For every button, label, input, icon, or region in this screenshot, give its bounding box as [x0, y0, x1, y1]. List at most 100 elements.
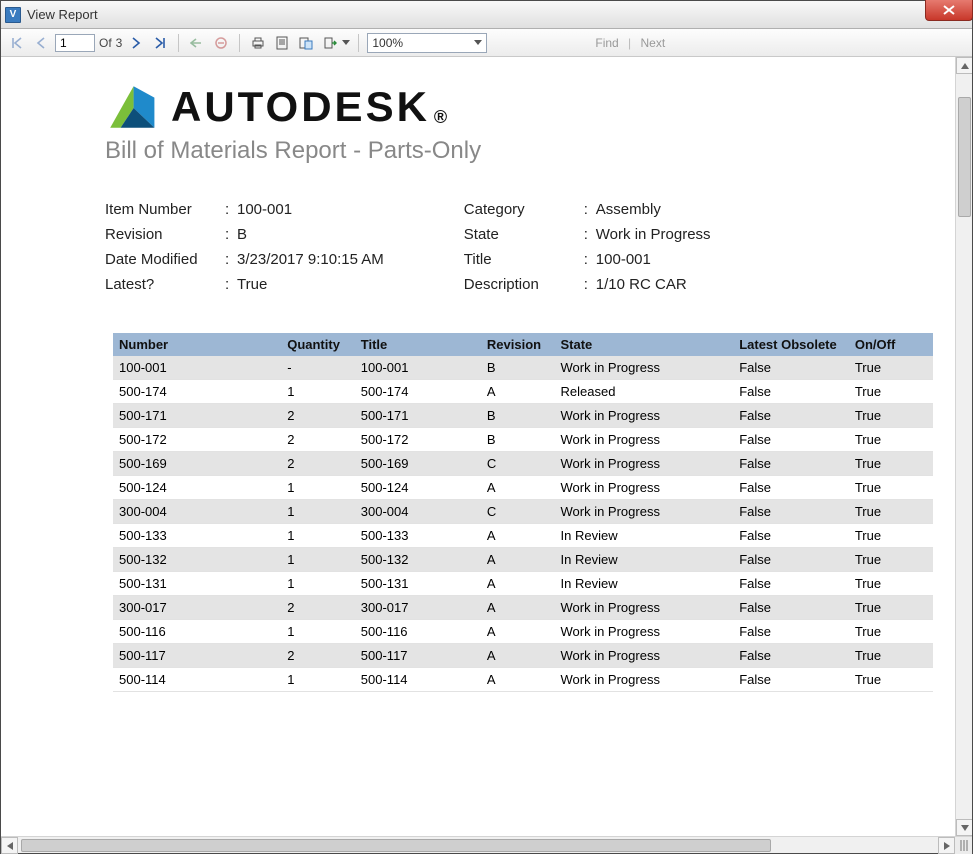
column-header[interactable]: Title	[355, 333, 481, 356]
table-cell: 500-117	[355, 644, 481, 668]
table-cell: 1	[281, 476, 355, 500]
find-next-group: Find | Next	[595, 36, 665, 50]
close-icon	[943, 5, 955, 15]
vertical-scrollbar[interactable]	[955, 57, 972, 836]
table-row[interactable]: 500-1141500-114AWork in ProgressFalseTru…	[113, 668, 933, 692]
table-row[interactable]: 500-1331500-133AIn ReviewFalseTrue	[113, 524, 933, 548]
vertical-scroll-thumb[interactable]	[958, 97, 971, 217]
table-row[interactable]: 500-1172500-117AWork in ProgressFalseTru…	[113, 644, 933, 668]
table-row[interactable]: 500-1722500-172BWork in ProgressFalseTru…	[113, 428, 933, 452]
zoom-select[interactable]: 100%	[367, 33, 487, 53]
report-area[interactable]: AUTODESK® Bill of Materials Report - Par…	[1, 57, 955, 836]
first-page-button[interactable]	[7, 33, 27, 53]
brand-text: AUTODESK	[171, 83, 430, 131]
table-row[interactable]: 100-001-100-001BWork in ProgressFalseTru…	[113, 356, 933, 380]
table-cell: Work in Progress	[555, 500, 734, 524]
table-cell: True	[849, 476, 933, 500]
table-cell: True	[849, 404, 933, 428]
table-cell: 500-169	[113, 452, 281, 476]
table-row[interactable]: 500-1311500-131AIn ReviewFalseTrue	[113, 572, 933, 596]
table-cell: False	[733, 452, 849, 476]
table-row[interactable]: 500-1321500-132AIn ReviewFalseTrue	[113, 548, 933, 572]
table-row[interactable]: 500-1692500-169CWork in ProgressFalseTru…	[113, 452, 933, 476]
table-cell: 1	[281, 572, 355, 596]
print-button[interactable]	[248, 33, 268, 53]
zoom-value: 100%	[372, 36, 403, 50]
stop-icon	[215, 37, 227, 49]
table-cell: 1	[281, 548, 355, 572]
horizontal-scrollbar[interactable]	[1, 836, 972, 853]
resize-grip[interactable]	[955, 837, 972, 854]
total-pages: 3	[116, 36, 123, 50]
table-row[interactable]: 500-1741500-174AReleasedFalseTrue	[113, 380, 933, 404]
column-header[interactable]: Revision	[481, 333, 555, 356]
meta-value: 1/10 RC CAR	[596, 276, 711, 293]
export-dropdown-caret-icon[interactable]	[342, 40, 350, 45]
table-cell: B	[481, 404, 555, 428]
table-cell: B	[481, 428, 555, 452]
table-cell: True	[849, 500, 933, 524]
table-cell: False	[733, 548, 849, 572]
column-header[interactable]: Latest Obsolete	[733, 333, 849, 356]
table-row[interactable]: 300-0041300-004CWork in ProgressFalseTru…	[113, 500, 933, 524]
horizontal-scroll-thumb[interactable]	[21, 839, 771, 852]
scroll-up-button[interactable]	[956, 57, 972, 74]
scroll-down-button[interactable]	[956, 819, 972, 836]
table-cell: 500-124	[355, 476, 481, 500]
table-cell: 500-172	[355, 428, 481, 452]
next-page-icon	[131, 37, 141, 49]
column-header[interactable]: Quantity	[281, 333, 355, 356]
prev-page-button[interactable]	[31, 33, 51, 53]
meta-label: Category	[464, 201, 584, 218]
table-cell: 500-174	[113, 380, 281, 404]
separator	[358, 34, 359, 52]
meta-label: Title	[464, 251, 584, 268]
column-header[interactable]: On/Off	[849, 333, 933, 356]
table-cell: 500-169	[355, 452, 481, 476]
table-cell: 500-133	[113, 524, 281, 548]
back-button[interactable]	[187, 33, 207, 53]
scroll-right-button[interactable]	[938, 837, 955, 854]
table-cell: Work in Progress	[555, 476, 734, 500]
table-row[interactable]: 300-0172300-017AWork in ProgressFalseTru…	[113, 596, 933, 620]
last-page-button[interactable]	[150, 33, 170, 53]
table-cell: True	[849, 572, 933, 596]
table-cell: 500-117	[113, 644, 281, 668]
table-row[interactable]: 500-1161500-116AWork in ProgressFalseTru…	[113, 620, 933, 644]
print-layout-button[interactable]	[272, 33, 292, 53]
table-cell: 1	[281, 524, 355, 548]
table-row[interactable]: 500-1241500-124AWork in ProgressFalseTru…	[113, 476, 933, 500]
table-cell: 1	[281, 668, 355, 692]
next-link[interactable]: Next	[641, 36, 666, 50]
table-cell: A	[481, 644, 555, 668]
close-button[interactable]	[925, 0, 973, 21]
meta-value: True	[237, 276, 384, 293]
brand-wordmark: AUTODESK®	[171, 83, 450, 131]
last-page-icon	[154, 37, 166, 49]
table-cell: 300-004	[113, 500, 281, 524]
table-cell: 1	[281, 380, 355, 404]
page-setup-button[interactable]	[296, 33, 316, 53]
table-cell: 500-174	[355, 380, 481, 404]
table-row[interactable]: 500-1712500-171BWork in ProgressFalseTru…	[113, 404, 933, 428]
table-cell: True	[849, 668, 933, 692]
find-link[interactable]: Find	[595, 36, 618, 50]
meta-label: State	[464, 226, 584, 243]
meta-value: B	[237, 226, 384, 243]
table-cell: 500-116	[113, 620, 281, 644]
column-header[interactable]: Number	[113, 333, 281, 356]
scroll-left-button[interactable]	[1, 837, 18, 854]
table-cell: 500-171	[113, 404, 281, 428]
table-cell: 1	[281, 620, 355, 644]
table-cell: A	[481, 596, 555, 620]
current-page-input[interactable]	[55, 34, 95, 52]
autodesk-logo-icon	[105, 81, 157, 133]
table-cell: False	[733, 428, 849, 452]
chevron-down-icon	[474, 40, 482, 45]
table-cell: True	[849, 524, 933, 548]
export-button[interactable]	[320, 33, 340, 53]
table-cell: -	[281, 356, 355, 380]
column-header[interactable]: State	[555, 333, 734, 356]
stop-button[interactable]	[211, 33, 231, 53]
next-page-button[interactable]	[126, 33, 146, 53]
